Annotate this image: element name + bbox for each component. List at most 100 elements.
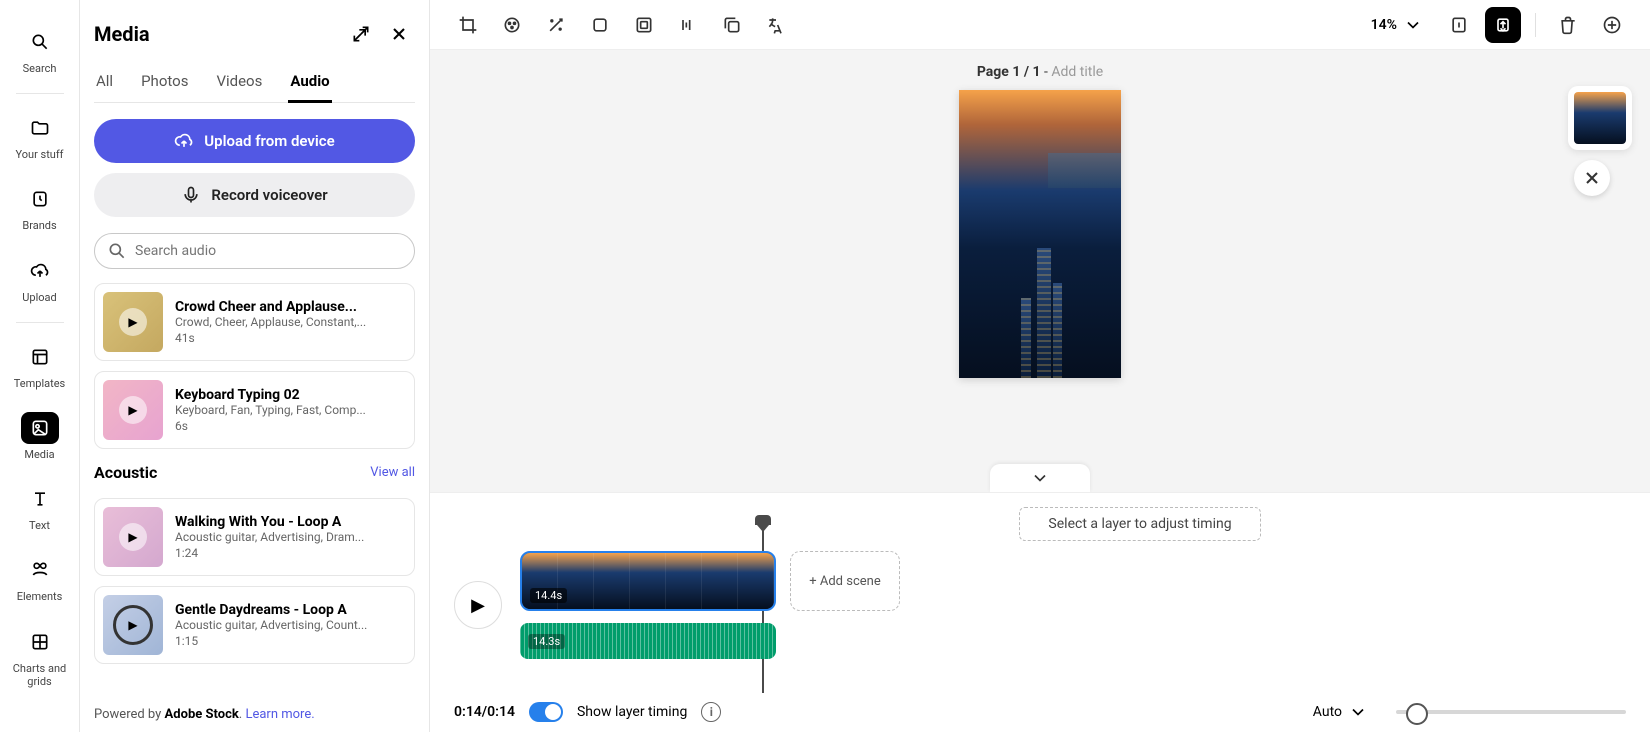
media-tabs: All Photos Videos Audio: [94, 66, 415, 103]
audio-item[interactable]: ▶ Gentle Daydreams - Loop A Acoustic gui…: [94, 586, 415, 664]
play-icon[interactable]: ▶: [119, 396, 147, 424]
show-layer-timing-toggle[interactable]: [529, 702, 563, 722]
rail-label: Your stuff: [15, 148, 63, 161]
rail-label: Templates: [14, 377, 65, 390]
add-button[interactable]: [1594, 7, 1630, 43]
show-layer-timing-label: Show layer timing: [577, 704, 687, 720]
rail-label: Search: [23, 62, 57, 75]
audio-duration: 41s: [175, 331, 406, 345]
rail-text[interactable]: Text: [5, 475, 75, 540]
auto-dropdown[interactable]: Auto: [1313, 702, 1368, 722]
zoom-dropdown[interactable]: 14%: [1361, 9, 1433, 41]
top-toolbar: 14%: [430, 0, 1650, 50]
upload-cloud-icon: [21, 255, 59, 287]
page-tool-button[interactable]: [1441, 7, 1477, 43]
color-tool-button[interactable]: [494, 7, 530, 43]
view-all-link[interactable]: View all: [370, 465, 415, 480]
media-panel: Media All Photos Videos Audio Upload fro…: [80, 0, 430, 732]
audio-item[interactable]: ▶ Keyboard Typing 02 Keyboard, Fan, Typi…: [94, 371, 415, 449]
divider: [16, 322, 64, 323]
audio-item[interactable]: ▶ Walking With You - Loop A Acoustic gui…: [94, 498, 415, 576]
charts-icon: [21, 626, 59, 658]
section-title: Acoustic: [94, 463, 157, 482]
rail-search[interactable]: Search: [5, 18, 75, 83]
templates-icon: [21, 341, 59, 373]
tab-photos[interactable]: Photos: [139, 66, 190, 102]
canvas-area[interactable]: Page 1 / 1 - Add title: [430, 50, 1650, 492]
search-icon: [107, 241, 127, 261]
record-voiceover-button[interactable]: Record voiceover: [94, 173, 415, 217]
align-tool-button[interactable]: [670, 7, 706, 43]
timeline-hint: Select a layer to adjust timing: [1019, 507, 1260, 541]
rail-label: Text: [29, 519, 50, 532]
search-icon: [21, 26, 59, 58]
play-icon[interactable]: ▶: [113, 605, 153, 645]
text-icon: [21, 483, 59, 515]
add-scene-button[interactable]: + Add scene: [790, 551, 900, 611]
elements-icon: [21, 554, 59, 586]
rail-label: Charts and grids: [9, 662, 71, 688]
audio-clip[interactable]: 14.3s: [520, 623, 776, 659]
upload-button-label: Upload from device: [204, 132, 334, 150]
audio-duration-badge: 14.3s: [528, 634, 565, 649]
expand-panel-button[interactable]: [345, 18, 377, 50]
main-area: 14% Page 1 / 1 - Add title Select a laye…: [430, 0, 1650, 732]
search-audio-box[interactable]: [94, 233, 415, 269]
tab-videos[interactable]: Videos: [214, 66, 264, 102]
play-icon[interactable]: ▶: [119, 308, 147, 336]
audio-thumbnail: ▶: [103, 380, 163, 440]
rail-elements[interactable]: Elements: [5, 546, 75, 611]
rail-label: Elements: [17, 590, 63, 603]
scene-clip[interactable]: 14.4s: [520, 551, 776, 611]
rail-your-stuff[interactable]: Your stuff: [5, 104, 75, 169]
audio-duration: 1:24: [175, 546, 406, 560]
audio-thumbnail: ▶: [103, 595, 163, 655]
magic-tool-button[interactable]: [538, 7, 574, 43]
page-thumbnail[interactable]: [1574, 92, 1626, 144]
audio-tags: Acoustic guitar, Advertising, Count...: [175, 618, 406, 632]
timeline-zoom-slider[interactable]: [1396, 710, 1626, 714]
rail-media[interactable]: Media: [5, 404, 75, 469]
delete-button[interactable]: [1550, 7, 1586, 43]
canvas-page[interactable]: [959, 90, 1121, 378]
page-thumbnail-strip[interactable]: [1568, 86, 1632, 150]
rail-upload[interactable]: Upload: [5, 247, 75, 312]
mask-tool-button[interactable]: [626, 7, 662, 43]
record-button-label: Record voiceover: [211, 186, 327, 204]
upload-from-device-button[interactable]: Upload from device: [94, 119, 415, 163]
duplicate-tool-button[interactable]: [714, 7, 750, 43]
tab-audio[interactable]: Audio: [288, 66, 331, 103]
add-title-field[interactable]: Add title: [1051, 64, 1103, 80]
close-thumbnail-button[interactable]: [1574, 160, 1610, 196]
divider: [16, 93, 64, 94]
audio-thumbnail: ▶: [103, 507, 163, 567]
shape-tool-button[interactable]: [582, 7, 618, 43]
powered-by: Powered by Adobe Stock. Learn more.: [94, 697, 415, 722]
info-icon[interactable]: i: [701, 702, 721, 722]
timeline-panel: Select a layer to adjust timing ▶ 14.4s …: [430, 492, 1650, 732]
learn-more-link[interactable]: Learn more.: [245, 707, 314, 722]
audio-title: Crowd Cheer and Applause...: [175, 299, 406, 315]
audio-tags: Keyboard, Fan, Typing, Fast, Comp...: [175, 403, 406, 417]
audio-item[interactable]: ▶ Crowd Cheer and Applause... Crowd, Che…: [94, 283, 415, 361]
page-label[interactable]: Page 1 / 1 - Add title: [977, 64, 1103, 80]
collapse-timeline-button[interactable]: [990, 464, 1090, 492]
audio-title: Keyboard Typing 02: [175, 387, 406, 403]
audio-tags: Acoustic guitar, Advertising, Dram...: [175, 530, 406, 544]
media-icon: [21, 412, 59, 444]
close-panel-button[interactable]: [383, 18, 415, 50]
panel-title: Media: [94, 22, 150, 46]
translate-tool-button[interactable]: [758, 7, 794, 43]
play-icon[interactable]: ▶: [119, 523, 147, 551]
rail-templates[interactable]: Templates: [5, 333, 75, 398]
play-button[interactable]: ▶: [454, 581, 502, 629]
panel-header: Media: [94, 18, 415, 50]
brands-icon: [21, 183, 59, 215]
rail-brands[interactable]: Brands: [5, 175, 75, 240]
crop-tool-button[interactable]: [450, 7, 486, 43]
rail-charts[interactable]: Charts and grids: [5, 618, 75, 696]
fit-tool-button[interactable]: [1485, 7, 1521, 43]
tab-all[interactable]: All: [94, 66, 115, 102]
search-audio-input[interactable]: [135, 243, 402, 259]
audio-duration: 1:15: [175, 634, 406, 648]
